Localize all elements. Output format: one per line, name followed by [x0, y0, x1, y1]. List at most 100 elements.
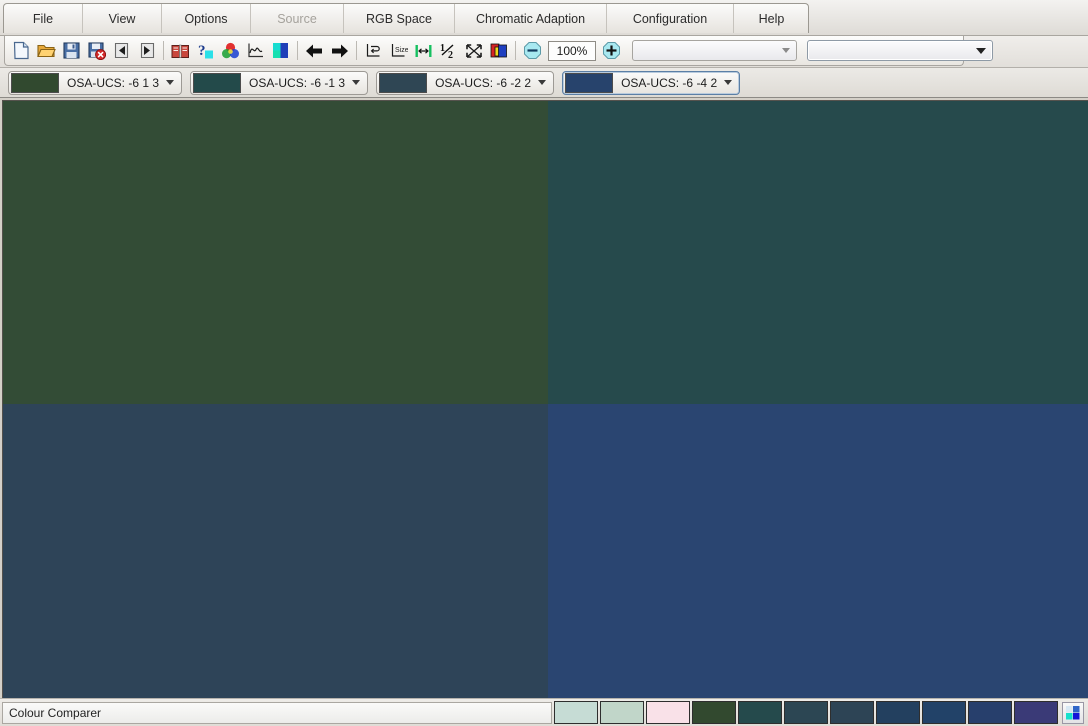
chevron-down-icon[interactable]: [724, 80, 733, 85]
layers-icon: [490, 43, 507, 58]
spectrum-graph-icon: [247, 43, 263, 58]
chevron-down-icon: [976, 47, 986, 54]
palette-picker-button[interactable]: [1062, 701, 1084, 724]
palette-swatch[interactable]: [738, 701, 782, 724]
colour-tab-2[interactable]: OSA-UCS: -6 -1 3: [190, 70, 369, 95]
menu-item-configuration[interactable]: Configuration: [607, 4, 734, 33]
toolbar-separator: [515, 41, 516, 60]
toolbar-separator: [356, 41, 357, 60]
zoom-out-button[interactable]: [520, 39, 545, 63]
zoom-level-input[interactable]: 100%: [548, 40, 596, 61]
chevron-down-icon[interactable]: [166, 80, 175, 85]
svg-text:Size: Size: [395, 47, 408, 54]
catalogue-button[interactable]: [168, 39, 193, 63]
fit-window-button[interactable]: [361, 39, 386, 63]
svg-text:2: 2: [448, 50, 453, 59]
colour-tab-4[interactable]: OSA-UCS: -6 -4 2: [562, 70, 741, 95]
status-bar: Colour Comparer: [0, 698, 1088, 726]
menu-item-view[interactable]: View: [83, 4, 162, 33]
spectrum-graph-button[interactable]: [243, 39, 268, 63]
menu-item-source: Source: [251, 4, 344, 33]
colour-tab-3[interactable]: OSA-UCS: -6 -2 2: [376, 70, 555, 95]
palette-strip: [554, 701, 1086, 725]
help-question-button[interactable]: ?: [193, 39, 218, 63]
comparison-canvas-area: [0, 98, 1088, 698]
save-delete-button[interactable]: [84, 39, 109, 63]
comparison-canvas: [2, 100, 1088, 698]
chevron-down-icon[interactable]: [352, 80, 361, 85]
open-folder-button[interactable]: [34, 39, 59, 63]
menu-item-chromatic-adaption[interactable]: Chromatic Adaption: [455, 4, 607, 33]
back-button[interactable]: [302, 39, 327, 63]
menu-item-rgb-space[interactable]: RGB Space: [344, 4, 455, 33]
save-delete-icon: [87, 41, 106, 60]
chevron-down-icon[interactable]: [538, 80, 547, 85]
palette-swatch[interactable]: [692, 701, 736, 724]
palette-swatch[interactable]: [876, 701, 920, 724]
fit-width-button[interactable]: [411, 39, 436, 63]
fullscreen-button[interactable]: [461, 39, 486, 63]
colour-wheel-icon: [222, 42, 239, 58]
colour-tab-label: OSA-UCS: -6 1 3: [67, 75, 160, 90]
colour-blocks-button[interactable]: [268, 39, 293, 63]
menu-item-options[interactable]: Options: [162, 4, 251, 33]
quadrant-bottom-right[interactable]: [548, 404, 1088, 698]
colour-blocks-icon: [1066, 705, 1080, 719]
actual-size-button[interactable]: Size: [386, 39, 411, 63]
palette-swatch[interactable]: [646, 701, 690, 724]
fit-window-icon: [366, 44, 380, 57]
next-page-icon: [140, 42, 154, 59]
save-floppy-icon: [63, 42, 80, 59]
toolbar-separator: [297, 41, 298, 60]
illuminant-combo[interactable]: [807, 40, 993, 61]
palette-swatch[interactable]: [554, 701, 598, 724]
half-size-button[interactable]: 1 2: [436, 39, 461, 63]
palette-swatch[interactable]: [600, 701, 644, 724]
svg-text:?: ?: [198, 43, 206, 59]
actual-size-icon: Size: [391, 44, 408, 57]
half-size-icon: 1 2: [440, 43, 454, 59]
menubar-container: File View Options Source RGB Space Chrom…: [0, 0, 1088, 36]
palette-swatch[interactable]: [830, 701, 874, 724]
palette-swatch[interactable]: [968, 701, 1012, 724]
colour-tab-label: OSA-UCS: -6 -4 2: [621, 75, 718, 90]
menu-item-help[interactable]: Help: [734, 4, 808, 33]
application-window: File View Options Source RGB Space Chrom…: [0, 0, 1088, 726]
forward-arrow-icon: [332, 44, 348, 57]
colour-tab-swatch: [565, 72, 614, 93]
toolbar-container: ? Size 1 2 100%: [0, 36, 1088, 68]
previous-page-button[interactable]: [109, 39, 134, 63]
colour-tab-swatch: [193, 72, 242, 93]
palette-swatch[interactable]: [784, 701, 828, 724]
layers-button[interactable]: [486, 39, 511, 63]
forward-button[interactable]: [327, 39, 352, 63]
menu-item-file[interactable]: File: [4, 4, 83, 33]
book-icon: [171, 44, 189, 58]
colour-tab-1[interactable]: OSA-UCS: -6 1 3: [8, 70, 183, 95]
new-document-button[interactable]: [9, 39, 34, 63]
zoom-in-icon: [603, 42, 620, 59]
colour-tab-swatch: [379, 72, 428, 93]
quadrant-top-left[interactable]: [3, 101, 548, 404]
palette-swatch[interactable]: [1014, 701, 1058, 724]
next-page-button[interactable]: [134, 39, 159, 63]
fullscreen-icon: [465, 43, 482, 58]
palette-swatch[interactable]: [922, 701, 966, 724]
source-combo[interactable]: [632, 40, 797, 61]
menubar: File View Options Source RGB Space Chrom…: [3, 3, 809, 33]
quadrant-top-right[interactable]: [548, 101, 1088, 404]
colour-tab-swatch: [11, 72, 59, 93]
previous-page-icon: [114, 42, 128, 59]
chevron-down-icon: [782, 48, 790, 53]
colour-blocks-icon: [273, 43, 288, 58]
zoom-out-icon: [524, 42, 541, 59]
colour-wheel-button[interactable]: [218, 39, 243, 63]
colour-tab-bar: OSA-UCS: -6 1 3 OSA-UCS: -6 -1 3 OSA-UCS…: [0, 68, 1088, 98]
quadrant-bottom-left[interactable]: [3, 404, 548, 698]
colour-tab-label: OSA-UCS: -6 -2 2: [435, 75, 532, 90]
open-folder-icon: [37, 44, 56, 58]
save-button[interactable]: [59, 39, 84, 63]
zoom-in-button[interactable]: [599, 39, 624, 63]
status-message: Colour Comparer: [2, 701, 552, 724]
back-arrow-icon: [306, 44, 322, 57]
